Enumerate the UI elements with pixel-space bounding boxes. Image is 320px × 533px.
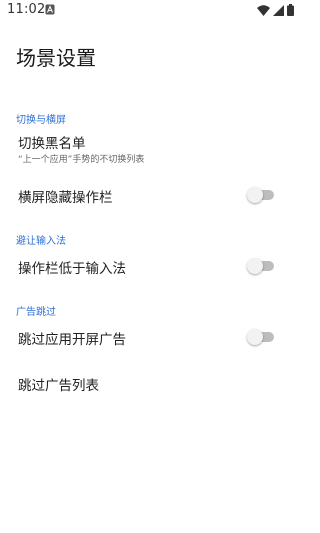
bar-below-ime-title: 操作栏低于输入法 xyxy=(18,261,126,277)
toggle-thumb xyxy=(247,187,263,203)
cellular-signal-icon xyxy=(273,4,284,16)
skip-splash-ad-toggle[interactable] xyxy=(247,329,274,345)
status-time: 11:02 xyxy=(7,2,46,17)
skip-ad-list-item[interactable]: 跳过广告列表 xyxy=(0,364,300,402)
notification-a-icon xyxy=(45,4,55,15)
toggle-thumb xyxy=(247,258,263,274)
section-header-avoid-ime: 避让输入法 xyxy=(16,236,66,247)
skip-splash-ad-item[interactable]: 跳过应用开屏广告 xyxy=(0,318,300,356)
landscape-hide-bar-item[interactable]: 横屏隐藏操作栏 xyxy=(0,176,300,214)
bar-below-ime-item[interactable]: 操作栏低于输入法 xyxy=(0,247,300,285)
status-bar: 11:02 xyxy=(0,0,300,22)
switch-blacklist-title: 切换黑名单 xyxy=(18,136,86,152)
battery-icon xyxy=(287,4,294,16)
switch-blacklist-subtitle: “上一个应用”手势的不切换列表 xyxy=(18,155,145,165)
status-icons xyxy=(257,4,294,16)
switch-blacklist-item[interactable]: 切换黑名单 “上一个应用”手势的不切换列表 xyxy=(0,126,300,170)
section-header-switch-landscape: 切换与横屏 xyxy=(16,115,66,126)
toggle-thumb xyxy=(247,329,263,345)
section-header-ad-skip: 广告跳过 xyxy=(16,307,56,318)
landscape-hide-bar-toggle[interactable] xyxy=(247,187,274,203)
wifi-icon xyxy=(257,4,270,16)
page-title: 场景设置 xyxy=(16,46,96,70)
skip-ad-list-title: 跳过广告列表 xyxy=(18,378,99,394)
skip-splash-ad-title: 跳过应用开屏广告 xyxy=(18,332,126,348)
landscape-hide-bar-title: 横屏隐藏操作栏 xyxy=(18,190,113,206)
bar-below-ime-toggle[interactable] xyxy=(247,258,274,274)
